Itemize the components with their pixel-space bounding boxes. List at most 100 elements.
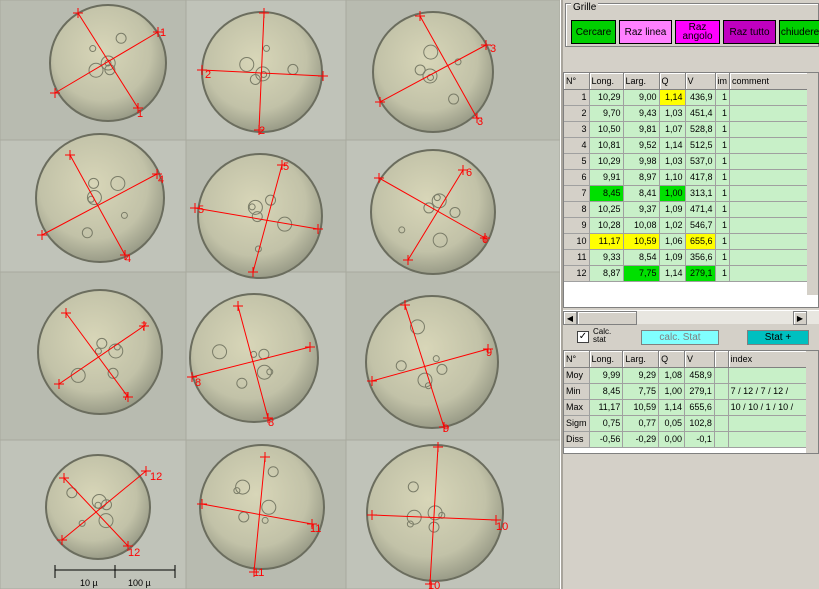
cell-larg[interactable]: 9,52 [623,137,660,154]
cell-v[interactable]: 537,0 [685,153,716,170]
cell-larg[interactable]: 9,00 [623,89,660,106]
cell-im[interactable]: 1 [715,185,730,202]
measurements-table[interactable]: N° Long. Larg. Q Vim comment 1 10,29 9,00 1,14 43… [563,72,819,308]
cell-long[interactable]: 10,29 [589,89,624,106]
cell-q[interactable]: 1,14 [659,89,686,106]
cell-v[interactable]: 512,5 [685,137,716,154]
cell-larg[interactable]: 7,75 [623,265,660,282]
measure-col-header[interactable]: comment [729,73,810,90]
cell-v[interactable]: 451,4 [685,105,716,122]
table-row[interactable]: 11 9,33 8,54 1,09 356,6 1 [564,249,810,266]
cell-im[interactable]: 1 [715,89,730,106]
cell-im[interactable]: 1 [715,105,730,122]
cell-comment[interactable] [729,153,810,170]
raz-tutto-button[interactable]: Raz tutto [723,20,776,44]
cell-long[interactable]: 9,70 [589,105,624,122]
cell-im[interactable]: 1 [715,169,730,186]
cell-im[interactable]: 1 [715,121,730,138]
cercare-button[interactable]: Cercare [571,20,616,44]
microscope-image[interactable]: 1 1 2 2 3 3 4 4 5 5 6 6 7 7 8 8 9 9 10 10 11 11 12 12 10 µ 100 … [0,0,560,589]
cell-comment[interactable] [729,265,810,282]
measurements-vscroll[interactable] [807,73,818,295]
measure-col-header[interactable]: im [715,73,730,90]
cell-q[interactable]: 1,06 [659,233,686,250]
measure-col-header[interactable]: Larg. [623,73,660,90]
cell-n[interactable]: 5 [564,153,590,170]
cell-larg[interactable]: 8,54 [623,249,660,266]
cell-long[interactable]: 8,45 [589,185,624,202]
cell-long[interactable]: 10,29 [589,153,624,170]
cell-n[interactable]: 12 [564,265,590,282]
cell-larg[interactable]: 9,98 [623,153,660,170]
cell-larg[interactable]: 8,97 [623,169,660,186]
cell-q[interactable]: 1,14 [659,265,686,282]
stat-col-header[interactable]: index [728,351,818,368]
table-row[interactable]: 2 9,70 9,43 1,03 451,4 1 [564,105,810,122]
cell-comment[interactable] [729,217,810,234]
cell-q[interactable]: 1,10 [659,169,686,186]
cell-n[interactable]: 8 [564,201,590,218]
cell-im[interactable]: 1 [715,233,730,250]
chiudere-button[interactable]: chiudere [779,20,819,44]
cell-q[interactable]: 1,03 [659,105,686,122]
scroll-left-icon[interactable]: ◀ [563,311,577,325]
cell-v[interactable]: 528,8 [685,121,716,138]
cell-comment[interactable] [729,185,810,202]
stat-plus-button[interactable]: Stat + [747,330,809,345]
cell-larg[interactable]: 9,43 [623,105,660,122]
cell-v[interactable]: 279,1 [685,265,716,282]
measure-col-header[interactable]: Q [659,73,686,90]
cell-long[interactable]: 9,91 [589,169,624,186]
stat-col-header[interactable]: V [684,351,715,368]
measure-col-header[interactable]: V [685,73,716,90]
cell-comment[interactable] [729,137,810,154]
cell-v[interactable]: 313,1 [685,185,716,202]
stat-col-header[interactable]: Q [658,351,685,368]
cell-im[interactable]: 1 [715,201,730,218]
table-row[interactable]: 7 8,45 8,41 1,00 313,1 1 [564,185,810,202]
cell-im[interactable]: 1 [715,249,730,266]
scroll-thumb[interactable] [577,311,637,325]
cell-comment[interactable] [729,89,810,106]
measure-col-header[interactable]: Long. [589,73,624,90]
raz-angolo-button[interactable]: Raz angolo [675,20,720,44]
cell-long[interactable]: 8,87 [589,265,624,282]
cell-q[interactable]: 1,09 [659,201,686,218]
cell-v[interactable]: 356,6 [685,249,716,266]
table-row[interactable]: 1 10,29 9,00 1,14 436,9 1 [564,89,810,106]
cell-q[interactable]: 1,09 [659,249,686,266]
cell-v[interactable]: 655,6 [685,233,716,250]
stat-col-header[interactable]: N° [564,351,590,368]
cell-im[interactable]: 1 [715,137,730,154]
table-row[interactable]: 6 9,91 8,97 1,10 417,8 1 [564,169,810,186]
table-row[interactable]: 8 10,25 9,37 1,09 471,4 1 [564,201,810,218]
measurement-overlay[interactable]: 112233445566778899101011111212 10 µ 100 … [0,0,560,589]
cell-v[interactable]: 417,8 [685,169,716,186]
cell-n[interactable]: 9 [564,217,590,234]
cell-n[interactable]: 4 [564,137,590,154]
cell-v[interactable]: 471,4 [685,201,716,218]
cell-q[interactable]: 1,07 [659,121,686,138]
cell-long[interactable]: 10,28 [589,217,624,234]
cell-v[interactable]: 546,7 [685,217,716,234]
cell-n[interactable]: 2 [564,105,590,122]
cell-larg[interactable]: 10,08 [623,217,660,234]
stat-col-header[interactable] [714,351,729,368]
cell-im[interactable]: 1 [715,153,730,170]
cell-q[interactable]: 1,14 [659,137,686,154]
cell-comment[interactable] [729,121,810,138]
cell-q[interactable]: 1,02 [659,217,686,234]
scroll-right-icon[interactable]: ▶ [793,311,807,325]
cell-n[interactable]: 10 [564,233,590,250]
stat-col-header[interactable]: Larg. [622,351,660,368]
cell-larg[interactable]: 9,37 [623,201,660,218]
cell-n[interactable]: 6 [564,169,590,186]
cell-q[interactable]: 1,03 [659,153,686,170]
table-row[interactable]: 4 10,81 9,52 1,14 512,5 1 [564,137,810,154]
cell-long[interactable]: 11,17 [589,233,624,250]
stat-col-header[interactable]: Long. [589,351,624,368]
cell-comment[interactable] [729,233,810,250]
cell-v[interactable]: 436,9 [685,89,716,106]
cell-long[interactable]: 10,25 [589,201,624,218]
statistics-vscroll[interactable] [806,351,818,453]
